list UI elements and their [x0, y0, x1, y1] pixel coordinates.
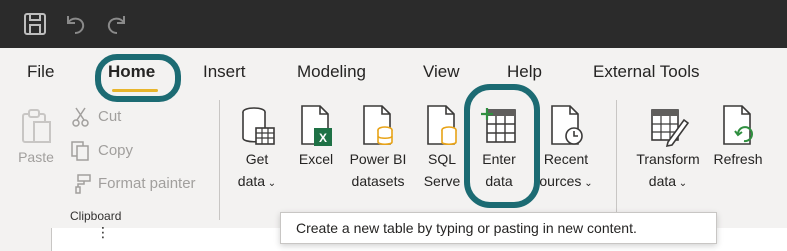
copy-icon — [71, 141, 89, 161]
recent-sources-icon — [551, 105, 583, 145]
enter-data-button[interactable]: Enter data — [472, 104, 526, 192]
format-painter-icon — [75, 174, 91, 194]
chevron-down-icon: ⌄ — [581, 178, 593, 189]
enter-data-tooltip: Create a new table by typing or pasting … — [280, 212, 717, 244]
group-separator — [616, 100, 617, 220]
refresh-icon — [723, 105, 753, 145]
refresh-label: Refresh — [713, 151, 763, 167]
power-bi-label-2: datasets — [351, 173, 405, 189]
get-data-button[interactable]: Get data ⌄ — [230, 104, 284, 195]
tab-file[interactable]: File — [27, 62, 54, 82]
excel-label: Excel — [298, 151, 334, 167]
paste-button[interactable]: Paste — [14, 106, 58, 168]
scissors-icon — [72, 107, 89, 127]
copy-label: Copy — [98, 142, 134, 159]
recent-sources-button[interactable]: Recent ources ⌄ — [534, 104, 598, 195]
paste-label: Paste — [18, 149, 54, 165]
enter-data-label-1: Enter — [482, 151, 516, 167]
redo-icon[interactable] — [104, 11, 130, 37]
clipboard-group-label: Clipboard — [70, 209, 122, 223]
transform-label-2: data — [648, 173, 677, 189]
sql-server-icon — [427, 105, 457, 146]
enter-data-table-icon — [481, 108, 516, 143]
excel-button[interactable]: X Excel — [294, 104, 338, 170]
tab-view[interactable]: View — [423, 62, 460, 82]
tab-external-tools[interactable]: External Tools — [593, 62, 699, 82]
enter-data-label-2: data — [485, 173, 513, 189]
power-bi-label-1: Power BI — [349, 151, 407, 167]
recent-label-2: ources — [539, 173, 582, 189]
excel-icon: X — [301, 105, 332, 146]
chevron-down-icon: ⌄ — [265, 178, 277, 189]
sql-server-button[interactable]: SQL Serve — [418, 104, 466, 192]
get-data-label-1: Get — [245, 151, 269, 167]
more-options-icon[interactable]: ⋮ — [96, 225, 110, 239]
transform-data-button[interactable]: Transform data ⌄ — [630, 104, 706, 195]
power-bi-datasets-icon — [363, 105, 393, 146]
undo-icon[interactable] — [62, 11, 88, 37]
left-pane — [0, 228, 52, 251]
sql-label-2: Serve — [423, 173, 461, 189]
get-data-label-2: data — [237, 173, 266, 189]
tab-home[interactable]: Home — [108, 62, 155, 82]
transform-label-1: Transform — [636, 151, 700, 167]
group-separator — [219, 100, 220, 220]
cut-label: Cut — [98, 108, 122, 125]
tab-help[interactable]: Help — [507, 62, 542, 82]
transform-data-icon — [651, 109, 690, 148]
tab-insert[interactable]: Insert — [203, 62, 246, 82]
refresh-button[interactable]: Refresh — [710, 104, 766, 170]
paste-icon — [22, 109, 51, 143]
title-bar — [0, 0, 787, 48]
format-painter-label: Format painter — [98, 175, 196, 192]
active-tab-indicator — [112, 89, 158, 92]
power-bi-datasets-button[interactable]: Power BI datasets — [344, 104, 412, 192]
chevron-down-icon: ⌄ — [676, 178, 688, 189]
sql-label-1: SQL — [427, 151, 456, 167]
tab-modeling[interactable]: Modeling — [297, 62, 366, 82]
database-icon — [242, 107, 275, 145]
save-icon[interactable] — [22, 11, 48, 37]
svg-text:X: X — [319, 131, 327, 145]
recent-label-1: Recent — [543, 151, 589, 167]
